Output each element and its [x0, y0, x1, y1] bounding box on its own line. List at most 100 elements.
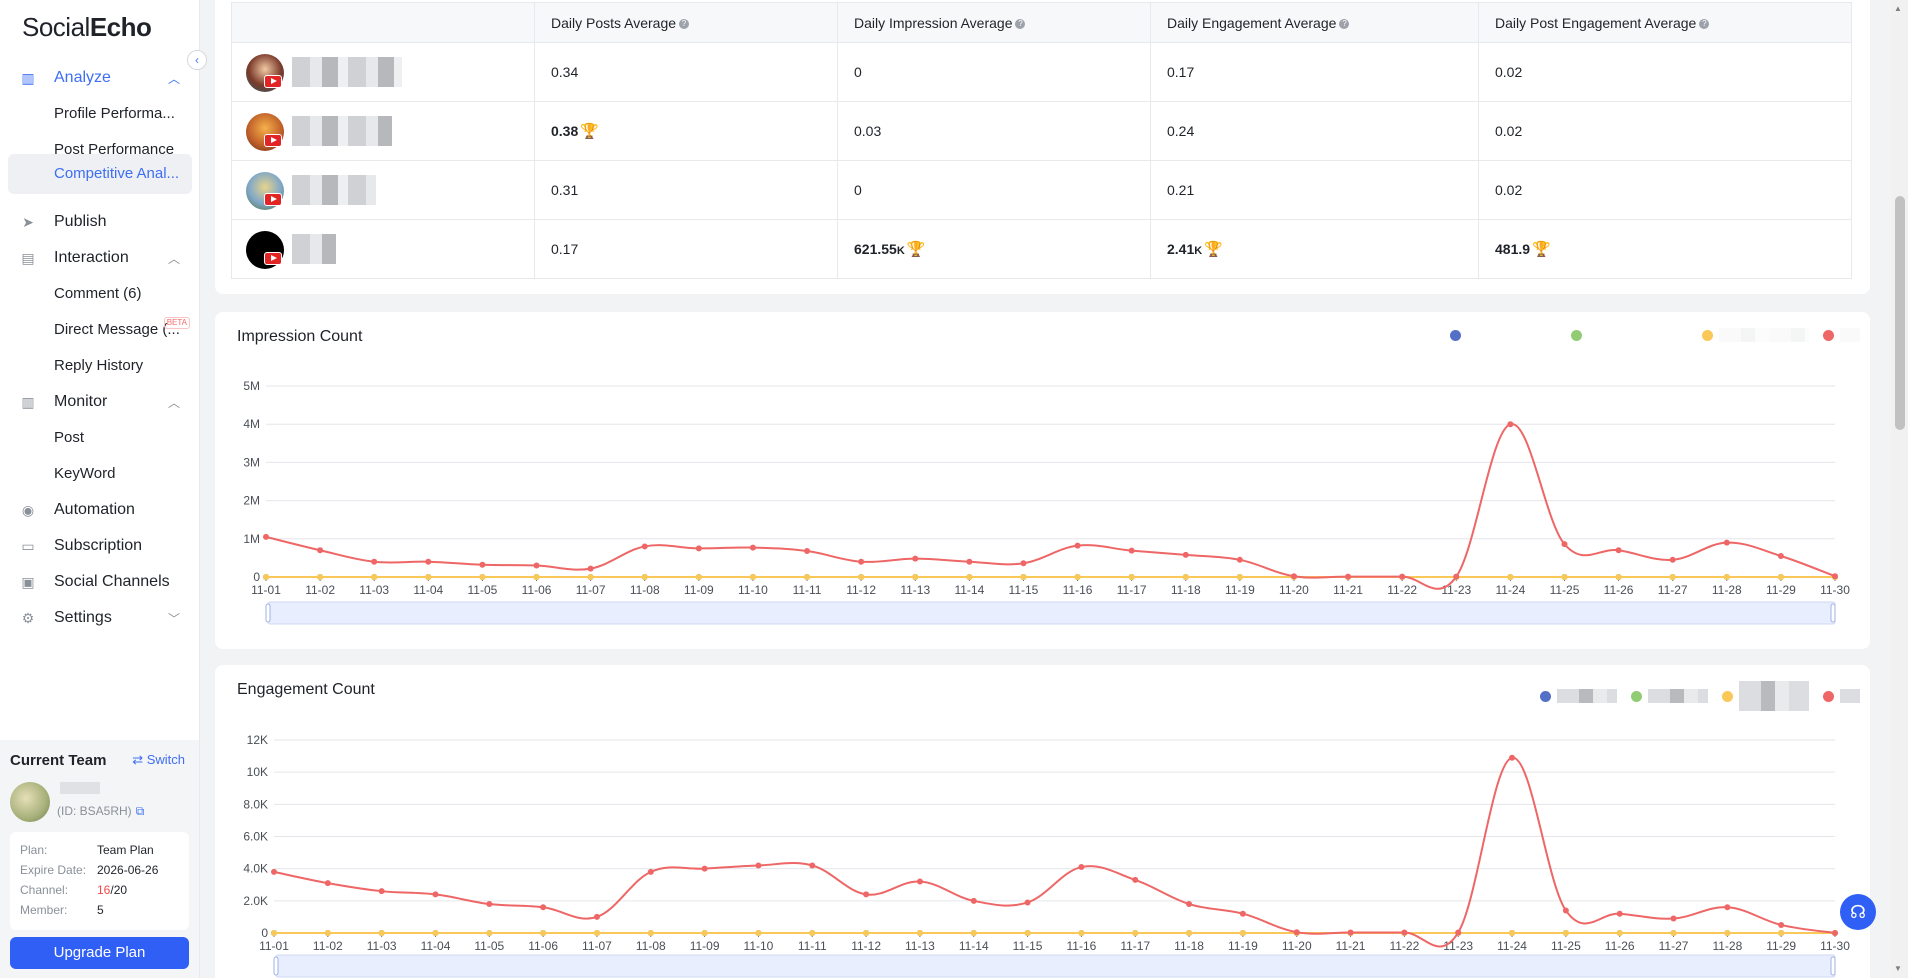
support-chat-button[interactable]: ☊ — [1840, 894, 1876, 930]
switch-team-button[interactable]: ⇄ Switch — [132, 752, 185, 768]
upgrade-plan-button[interactable]: Upgrade Plan — [10, 937, 189, 969]
data-point — [486, 930, 493, 936]
profile-cell[interactable] — [231, 101, 535, 161]
x-tick-label: 11-28 — [1712, 583, 1742, 597]
main-content: Daily Posts Average? Daily Impression Av… — [201, 0, 1891, 978]
data-point — [912, 555, 919, 562]
data-point — [486, 901, 493, 908]
data-point — [1832, 930, 1838, 936]
youtube-icon — [264, 193, 282, 206]
x-tick-label: 11-08 — [636, 939, 666, 953]
data-point — [1615, 574, 1622, 580]
nav-keyword[interactable]: KeyWord — [8, 454, 192, 494]
data-point — [1723, 574, 1730, 580]
nav-monitor-post[interactable]: Post — [8, 418, 192, 458]
zoom-handle-right — [1830, 603, 1836, 623]
help-icon[interactable]: ? — [1699, 18, 1710, 29]
data-point — [912, 574, 919, 580]
x-tick-label: 11-30 — [1820, 583, 1850, 597]
youtube-icon — [264, 134, 282, 147]
x-tick-label: 11-19 — [1225, 583, 1255, 597]
nav-settings[interactable]: ⚙ Settings ﹀ — [8, 598, 192, 638]
daily-engagement-cell: 0.21 — [1150, 160, 1479, 220]
data-point — [695, 545, 702, 552]
data-point — [1239, 910, 1246, 917]
data-point — [371, 558, 378, 565]
scrollbar-thumb[interactable] — [1895, 196, 1905, 430]
x-tick-label: 11-11 — [798, 939, 827, 953]
data-point — [701, 865, 708, 872]
copy-icon[interactable]: ⧉ — [136, 804, 145, 818]
data-point — [1509, 930, 1516, 936]
nav-comment[interactable]: Comment (6) — [8, 274, 192, 314]
nav-publish[interactable]: ➤ Publish — [8, 202, 192, 242]
profile-cell[interactable] — [231, 42, 535, 102]
nav-subscription[interactable]: ▭ Subscription — [8, 526, 192, 566]
data-point — [1078, 864, 1085, 871]
scroll-up-icon[interactable]: ▲ — [1894, 4, 1902, 13]
nav-direct-message[interactable]: Direct Message (... BETA — [8, 310, 192, 350]
x-tick-label: 11-14 — [959, 939, 989, 953]
profile-cell[interactable] — [231, 160, 535, 220]
collapse-sidebar-button[interactable]: ‹ — [187, 50, 207, 70]
scroll-down-icon[interactable]: ▼ — [1894, 964, 1902, 973]
nav-reply-history[interactable]: Reply History — [8, 346, 192, 386]
chat-icon: ▤ — [21, 250, 35, 266]
x-tick-label: 11-26 — [1604, 583, 1634, 597]
x-tick-label: 11-13 — [905, 939, 935, 953]
x-tick-label: 11-27 — [1658, 583, 1688, 597]
x-tick-label: 11-08 — [630, 583, 660, 597]
chart-icon: ▥ — [21, 70, 35, 86]
x-tick-label: 11-13 — [900, 583, 930, 597]
beta-badge: BETA — [163, 317, 190, 329]
data-point — [1777, 552, 1784, 559]
data-point — [540, 930, 547, 936]
profile-cell[interactable] — [231, 219, 535, 279]
nav-social-channels[interactable]: ▣ Social Channels — [8, 562, 192, 602]
engagement-line-chart: 0 2.0K 4.0K 6.0K 8.0K 10K 12K 11-01 11-02 11-03 11… — [243, 733, 1850, 978]
data-point — [647, 930, 654, 936]
help-icon[interactable]: ? — [1015, 18, 1026, 29]
data-point — [1182, 551, 1189, 558]
trophy-icon: 🏆 — [906, 241, 926, 258]
nav-analyze[interactable]: ▥ Analyze ︿ — [8, 58, 192, 98]
sidebar-nav: ▥ Analyze ︿ Profile Performa... Post Perfo… — [0, 56, 199, 736]
nav-automation[interactable]: ◉ Automation — [8, 490, 192, 530]
nav-monitor[interactable]: ▥ Monitor ︿ — [8, 382, 192, 422]
x-tick-label: 11-28 — [1712, 939, 1742, 953]
data-point — [587, 565, 594, 572]
page-scrollbar[interactable]: ▲ ▼ — [1891, 0, 1908, 978]
daily-posts-cell: 0.34 — [534, 42, 838, 102]
data-point — [1020, 574, 1027, 580]
data-point — [1453, 573, 1460, 580]
x-tick-label: 11-22 — [1387, 583, 1417, 597]
help-icon[interactable]: ? — [1339, 18, 1350, 29]
x-tick-label: 11-10 — [744, 939, 774, 953]
series-line — [273, 756, 1836, 948]
profile-name-redacted — [292, 116, 392, 146]
x-tick-label: 11-20 — [1282, 939, 1312, 953]
x-tick-label: 11-15 — [1009, 583, 1039, 597]
data-point — [858, 574, 865, 580]
data-point — [1024, 899, 1031, 906]
app-logo[interactable]: SocialEcho — [22, 12, 152, 43]
nav-competitive-analysis[interactable]: Competitive Anal... — [8, 154, 192, 194]
data-point — [970, 930, 977, 936]
data-point — [1239, 930, 1246, 936]
team-id: (ID: BSA5RH) ⧉ — [57, 804, 145, 818]
data-point — [1562, 907, 1569, 914]
x-tick-label: 11-18 — [1174, 939, 1204, 953]
nav-profile-performance[interactable]: Profile Performa... — [8, 94, 192, 134]
daily-posts-cell: 0.17 — [534, 219, 838, 279]
settings-icon: ⚙ — [21, 610, 35, 626]
data-point — [479, 574, 486, 580]
y-tick-label: 5M — [243, 379, 260, 393]
member-count-value: 5 — [97, 903, 104, 917]
data-point — [271, 868, 277, 875]
data-point — [1074, 574, 1081, 580]
data-point — [533, 574, 540, 580]
daily-engagement-cell: 2.41K 🏆 — [1150, 219, 1479, 279]
send-icon: ➤ — [22, 214, 34, 230]
help-icon[interactable]: ? — [679, 18, 690, 29]
nav-interaction[interactable]: ▤ Interaction ︿ — [8, 238, 192, 278]
